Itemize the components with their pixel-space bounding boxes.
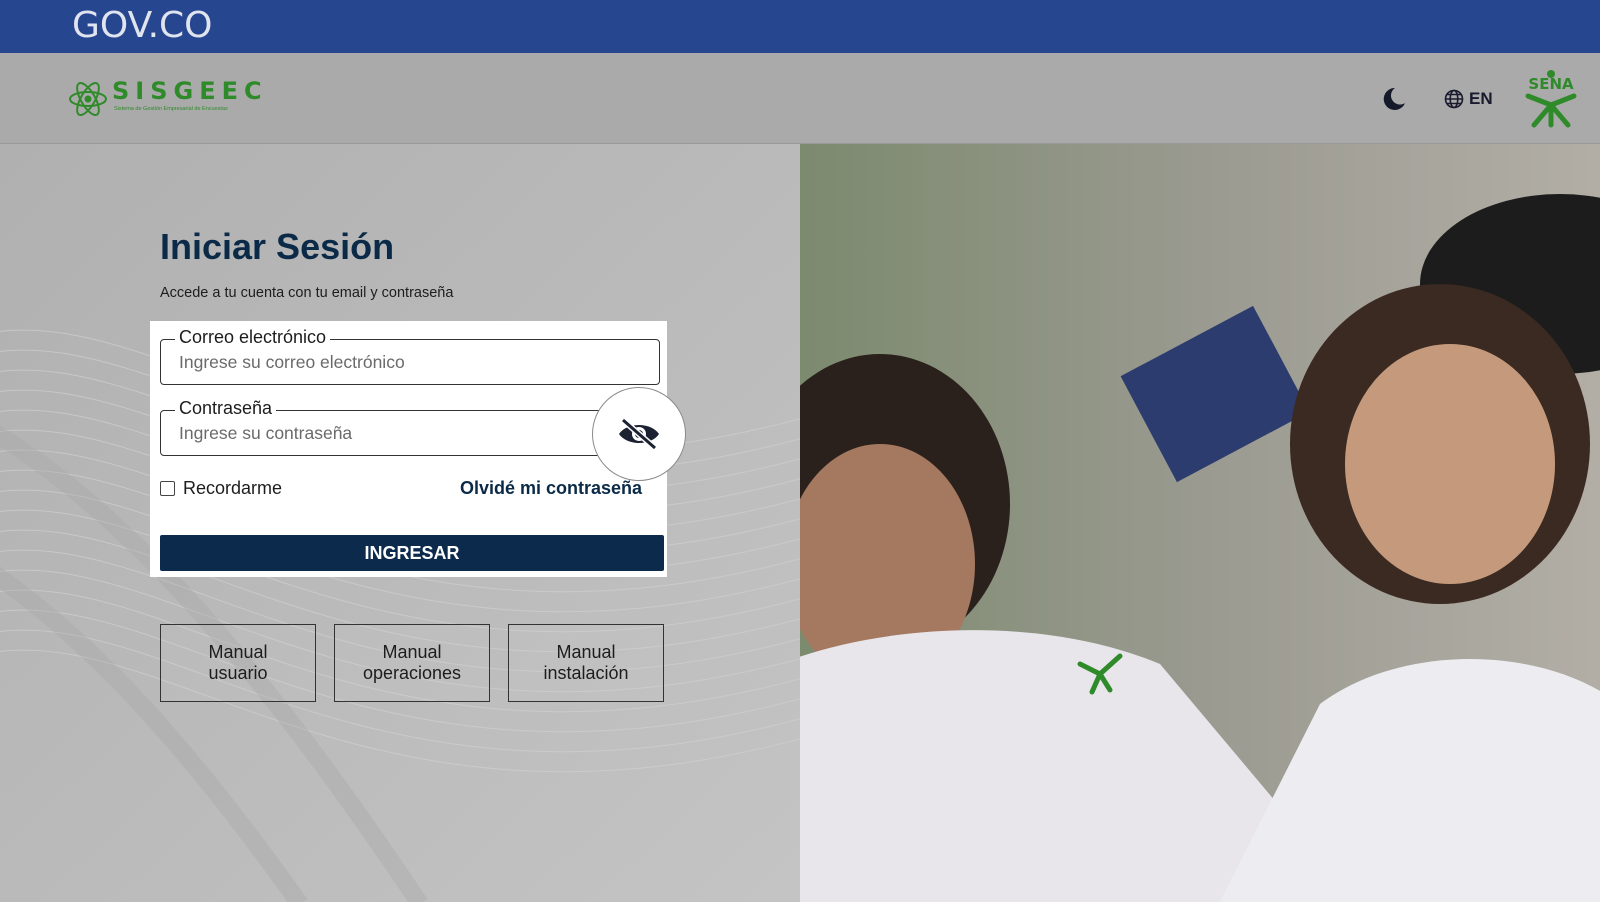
- sena-emblem-icon: SENA: [1525, 70, 1577, 128]
- manual-label: Manual operaciones: [362, 642, 462, 683]
- site-header: SISGEEC Sistema de Gestión Empresarial d…: [0, 53, 1600, 144]
- password-label: Contraseña: [175, 398, 277, 419]
- manual-label: Manual usuario: [208, 642, 268, 683]
- password-input[interactable]: [179, 421, 639, 445]
- theme-toggle-button[interactable]: [1378, 84, 1408, 114]
- manual-operaciones-button[interactable]: Manual operaciones: [334, 624, 490, 702]
- remember-me-label: Recordarme: [183, 478, 283, 498]
- sena-logo[interactable]: SENA: [1522, 69, 1580, 129]
- page-title: Iniciar Sesión: [160, 226, 395, 267]
- submit-button[interactable]: INGRESAR: [160, 535, 664, 571]
- page-subtitle: Accede a tu cuenta con tu email y contra…: [160, 285, 454, 301]
- password-field[interactable]: Contraseña: [160, 398, 660, 456]
- moon-icon: [1383, 87, 1405, 110]
- toggle-password-visibility-button[interactable]: [592, 387, 686, 481]
- eye-off-icon: [619, 417, 659, 451]
- atom-icon: [69, 82, 107, 116]
- manual-label: Manual instalación: [543, 642, 629, 683]
- brand-subtitle: Sistema de Gestión Empresarial de Encues…: [114, 106, 228, 112]
- email-field[interactable]: Correo electrónico: [160, 327, 660, 385]
- brand-name: SISGEEC: [112, 77, 268, 105]
- remember-me[interactable]: Recordarme: [160, 478, 282, 499]
- manual-usuario-button[interactable]: Manual usuario: [160, 624, 316, 702]
- language-selector[interactable]: EN: [1444, 86, 1493, 112]
- email-input[interactable]: [179, 350, 639, 374]
- students-photo-illustration: [800, 144, 1600, 902]
- hero-photo: [800, 144, 1600, 902]
- language-label: EN: [1469, 89, 1493, 108]
- sisgeec-logo[interactable]: SISGEEC Sistema de Gestión Empresarial d…: [68, 77, 262, 119]
- manual-instalacion-button[interactable]: Manual instalación: [508, 624, 664, 702]
- gov-top-bar: GOV.CO: [0, 0, 1600, 53]
- email-label: Correo electrónico: [175, 327, 331, 348]
- globe-icon: [1444, 89, 1464, 109]
- remember-me-checkbox[interactable]: [160, 481, 175, 496]
- forgot-password-link[interactable]: Olvidé mi contraseña: [460, 478, 642, 499]
- gov-co-logo[interactable]: GOV.CO: [72, 6, 213, 46]
